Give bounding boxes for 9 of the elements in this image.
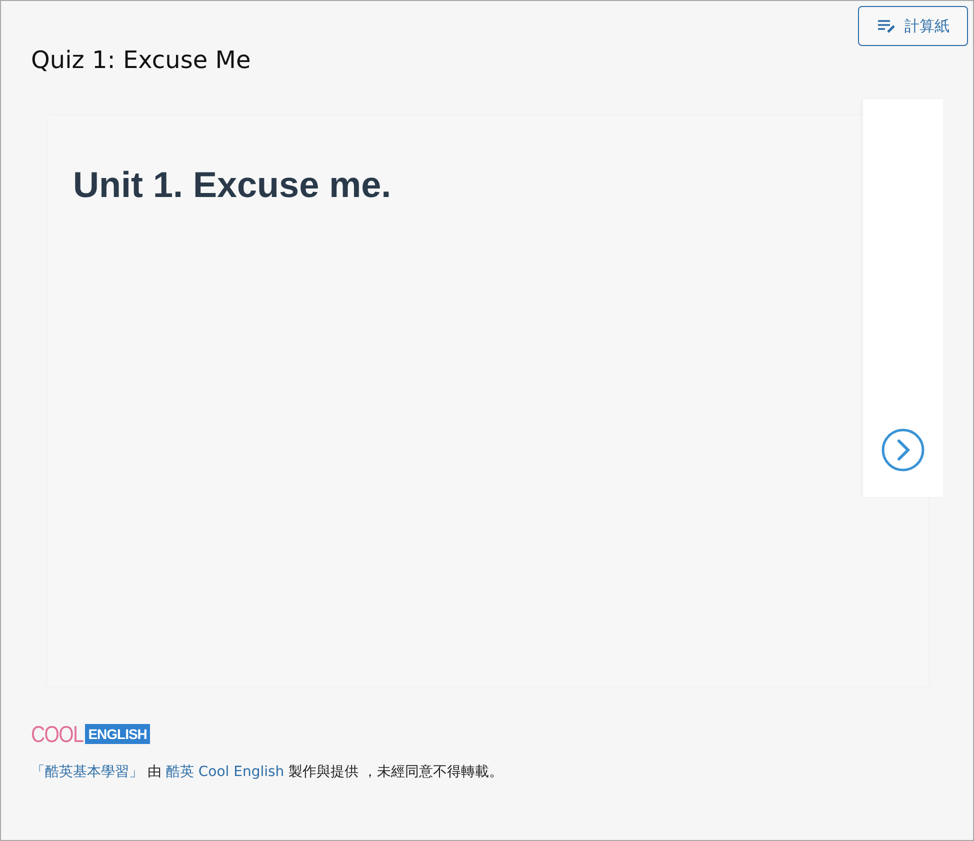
logo-text: COOL [31, 723, 83, 745]
course-link[interactable]: 酷英基本學習 [45, 764, 129, 780]
slide-heading: Unit 1. Excuse me. [73, 164, 392, 206]
edit-list-icon [876, 18, 896, 34]
quiz-title: Quiz 1: Excuse Me [31, 46, 252, 76]
copyright-notice: 「酷英基本學習」 由 酷英 Cool English 製作與提供 ，未經同意不得轉載。 [31, 763, 504, 781]
scratch-paper-button[interactable]: 計算紙 [858, 6, 968, 46]
provider-link[interactable]: 酷英 Cool English [166, 764, 284, 780]
logo-badge: ENGLISH [85, 724, 150, 744]
